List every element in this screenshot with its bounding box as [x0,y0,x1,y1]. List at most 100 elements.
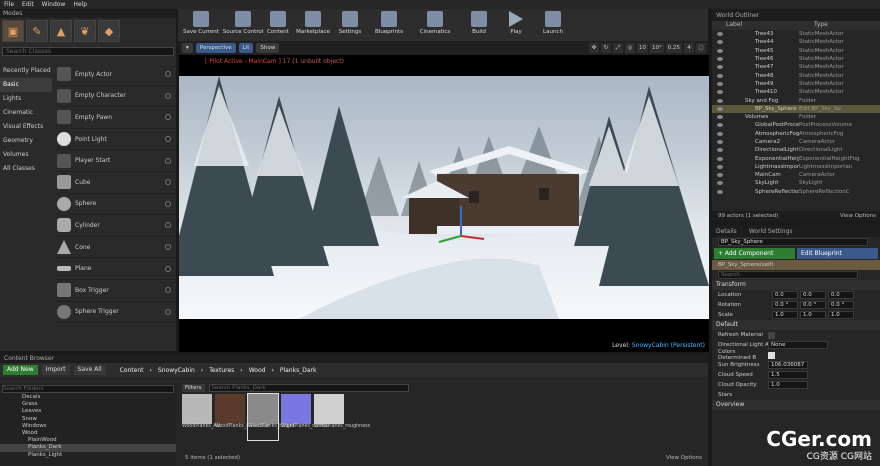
outliner-row[interactable]: MainCam CameraActor [712,171,880,179]
category-item[interactable]: Geometry [0,134,52,148]
visibility-eye-icon[interactable] [717,65,723,70]
outliner-row[interactable]: Tree43 StaticMeshActor [712,30,880,38]
outliner-row[interactable]: LightmassImportanceVolumeLightmassImport… [712,163,880,171]
level-viewport[interactable]: [ Pilot Active - MainCam ] 17 (1 unbuilt… [179,55,709,352]
placeable-item[interactable]: Sphere Trigger [54,302,176,324]
folder-item[interactable]: Planks_Light [0,452,176,459]
visibility-eye-icon[interactable] [717,90,723,95]
import-button[interactable]: Import [41,365,70,375]
outliner-row[interactable]: Tree45 StaticMeshActor [712,47,880,55]
content-button[interactable]: Content [264,9,292,41]
foliage-mode-icon[interactable]: ❦ [74,20,96,42]
help-icon[interactable] [165,92,171,99]
view-options-button[interactable]: View Options [840,213,880,219]
placeable-item[interactable]: Cylinder [54,215,176,237]
asset-tile[interactable]: WoodPlanks_normal [281,394,329,440]
placeable-item[interactable]: Empty Actor [54,64,176,86]
visibility-eye-icon[interactable] [717,98,723,103]
cloud-speed-field[interactable]: 1.5 [768,371,808,379]
add-new-button[interactable]: Add New [3,365,38,375]
sun-brightness-field[interactable]: 106.036087 [768,361,808,369]
asset-tile[interactable]: WoodPlanks_roughness [314,394,370,440]
landscape-mode-icon[interactable]: ▲ [50,20,72,42]
outliner-row[interactable]: Camera2 CameraActor [712,138,880,146]
category-item[interactable]: Lights [0,92,52,106]
placeable-item[interactable]: Box Trigger [54,280,176,302]
scale-icon[interactable]: ⤢ [613,43,623,53]
settings-button[interactable]: Settings [334,9,366,41]
help-icon[interactable] [165,157,171,164]
breadcrumb-item[interactable]: Textures [209,367,234,374]
directional-light-dropdown[interactable]: None [768,341,828,349]
menu-edit[interactable]: Edit [22,1,34,8]
visibility-eye-icon[interactable] [717,189,723,194]
viewport-menu-button[interactable]: ▾ [182,43,193,53]
visibility-eye-icon[interactable] [717,181,723,186]
perspective-button[interactable]: Perspective [195,43,236,53]
outliner-row[interactable]: Sky and Fog Folder [712,96,880,104]
visibility-eye-icon[interactable] [717,115,723,120]
asset-tile[interactable]: WoodPlanks_AO [182,394,220,440]
lit-button[interactable]: Lit [238,43,254,53]
breadcrumb-item[interactable]: Planks_Dark [280,367,317,374]
asset-tile[interactable]: WoodPlanks_height [247,393,295,441]
cloud-opacity-field[interactable]: 1.0 [768,381,808,389]
blueprints-button[interactable]: Blueprints [366,9,412,41]
folder-item[interactable]: Planks_Dark [0,444,176,452]
visibility-eye-icon[interactable] [717,32,723,37]
visibility-eye-icon[interactable] [717,164,723,169]
category-item[interactable]: Cinematic [0,106,52,120]
outliner-row[interactable]: Tree44 StaticMeshActor [712,38,880,46]
rotate-icon[interactable]: ↻ [601,43,611,53]
component-self[interactable]: BP_Sky_Sphere(self) [712,260,880,270]
edit-blueprint-button[interactable]: Edit Blueprint [797,248,878,259]
rotation-snap-value[interactable]: 10° [650,43,664,53]
tab-details[interactable]: Details [716,228,737,235]
search-folders-input[interactable]: Search Folders [2,385,174,393]
folder-item[interactable]: Wood [0,430,176,437]
placeable-item[interactable]: Sphere [54,194,176,216]
outliner-row[interactable]: Tree49 StaticMeshActor [712,80,880,88]
translate-icon[interactable]: ✥ [589,43,599,53]
outliner-row[interactable]: Volumes Folder [712,113,880,121]
folder-item[interactable]: Snow [0,416,176,423]
help-icon[interactable] [165,308,171,315]
visibility-eye-icon[interactable] [717,40,723,45]
asset-tile[interactable]: WoodPlanks_basecolor [215,394,270,440]
menu-help[interactable]: Help [73,1,87,8]
help-icon[interactable] [165,287,171,294]
help-icon[interactable] [165,179,171,186]
tab-world-settings[interactable]: World Settings [749,228,793,235]
details-search-input[interactable]: Search [718,271,858,279]
outliner-tab[interactable]: World Outliner [712,9,880,21]
save-current-button[interactable]: Save Current [180,9,222,41]
breadcrumb-item[interactable]: Content [120,367,144,374]
outliner-row[interactable]: Tree46 StaticMeshActor [712,55,880,63]
overview-section[interactable]: Overview [712,400,880,410]
grid-snap-value[interactable]: 10 [637,43,648,53]
category-item[interactable]: Visual Effects [0,120,52,134]
visibility-eye-icon[interactable] [717,81,723,86]
source-control-button[interactable]: Source Control [222,9,264,41]
visibility-eye-icon[interactable] [717,148,723,153]
help-icon[interactable] [165,244,171,251]
visibility-eye-icon[interactable] [717,156,723,161]
visibility-eye-icon[interactable] [717,140,723,144]
placeable-item[interactable]: Point Light [54,129,176,151]
paint-mode-icon[interactable]: ✎ [26,20,48,42]
folder-item[interactable]: PlainWood [0,437,176,444]
marketplace-button[interactable]: Marketplace [292,9,334,41]
help-icon[interactable] [165,222,171,229]
help-icon[interactable] [165,136,171,143]
visibility-eye-icon[interactable] [717,131,723,136]
visibility-eye-icon[interactable] [717,57,723,62]
outliner-row[interactable]: BP_Sky_Sphere Edit BP_Sky_Sp [712,104,880,113]
maximize-icon[interactable]: ▢ [696,43,706,53]
category-item[interactable]: Basic [0,78,52,92]
visibility-eye-icon[interactable] [717,73,723,78]
content-browser-tab[interactable]: Content Browser [0,354,708,363]
place-mode-icon[interactable]: ▣ [2,20,24,42]
folder-item[interactable]: Windows [0,423,176,430]
refresh-checkbox[interactable] [768,331,775,339]
folder-item[interactable]: Grass [0,401,176,408]
